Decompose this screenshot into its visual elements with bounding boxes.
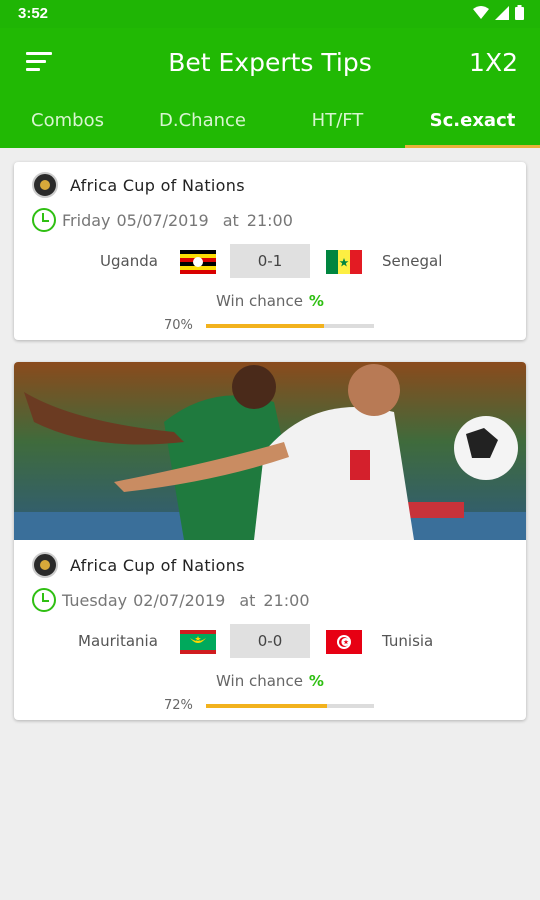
tunisia-flag-icon xyxy=(326,630,362,654)
uganda-flag-icon xyxy=(180,250,216,274)
tab-score-exact[interactable]: Sc.exact xyxy=(405,98,540,148)
away-team: Tunisia xyxy=(382,632,434,650)
match-time: 21:00 xyxy=(246,210,293,230)
win-chance-label: Win chance xyxy=(216,672,303,690)
league-name: Africa Cup of Nations xyxy=(70,175,245,195)
league-row: Africa Cup of Nations xyxy=(32,552,245,578)
probability-fill xyxy=(206,704,327,708)
status-icons xyxy=(473,5,524,20)
probability-value: 70% xyxy=(164,318,193,333)
wifi-icon xyxy=(473,5,489,19)
match-day: Friday xyxy=(62,210,111,230)
tab-combos[interactable]: Combos xyxy=(0,98,135,148)
probability-bar xyxy=(206,324,374,328)
match-day: Tuesday xyxy=(62,590,128,610)
status-time: 3:52 xyxy=(18,5,49,22)
score-box: 0-1 xyxy=(230,244,310,278)
league-logo-icon xyxy=(32,552,58,578)
probability-value: 72% xyxy=(164,698,193,713)
league-row: Africa Cup of Nations xyxy=(32,172,245,198)
home-team: Uganda xyxy=(100,252,158,270)
probability-bar xyxy=(206,704,374,708)
away-team: Senegal xyxy=(382,252,443,270)
match-teams: Mauritania 0-0 Tunisia xyxy=(14,624,526,658)
percent-icon: % xyxy=(308,292,324,310)
win-chance-row: Win chance% xyxy=(14,292,526,310)
senegal-flag-icon xyxy=(326,250,362,274)
battery-icon xyxy=(515,5,524,20)
match-datetime: Tuesday 02/07/2019 at 21:00 xyxy=(32,588,310,612)
1x2-button[interactable]: 1X2 xyxy=(469,48,518,77)
match-card[interactable]: Africa Cup of Nations Tuesday 02/07/2019… xyxy=(14,362,526,720)
match-card[interactable]: Africa Cup of Nations Friday 05/07/2019 … xyxy=(14,162,526,340)
app-bar: Bet Experts Tips 1X2 xyxy=(0,28,540,98)
status-bar: 3:52 xyxy=(0,0,540,28)
percent-icon: % xyxy=(308,672,324,690)
tab-double-chance[interactable]: D.Chance xyxy=(135,98,270,148)
probability-fill xyxy=(206,324,324,328)
clock-icon xyxy=(32,588,56,612)
match-date: 02/07/2019 xyxy=(133,590,226,610)
match-at: at xyxy=(239,590,256,610)
tab-ht-ft[interactable]: HT/FT xyxy=(270,98,405,148)
win-chance-label: Win chance xyxy=(216,292,303,310)
league-logo-icon xyxy=(32,172,58,198)
app-title: Bet Experts Tips xyxy=(168,48,372,77)
clock-icon xyxy=(32,208,56,232)
tab-bar: Combos D.Chance HT/FT Sc.exact xyxy=(0,98,540,148)
match-date: 05/07/2019 xyxy=(116,210,209,230)
match-teams: Uganda 0-1 Senegal xyxy=(14,244,526,278)
match-at: at xyxy=(222,210,239,230)
signal-icon xyxy=(495,5,509,20)
match-photo xyxy=(14,362,526,540)
mauritania-flag-icon xyxy=(180,630,216,654)
match-time: 21:00 xyxy=(263,590,310,610)
score-box: 0-0 xyxy=(230,624,310,658)
match-datetime: Friday 05/07/2019 at 21:00 xyxy=(32,208,293,232)
league-name: Africa Cup of Nations xyxy=(70,555,245,575)
win-chance-row: Win chance% xyxy=(14,672,526,690)
home-team: Mauritania xyxy=(78,632,158,650)
